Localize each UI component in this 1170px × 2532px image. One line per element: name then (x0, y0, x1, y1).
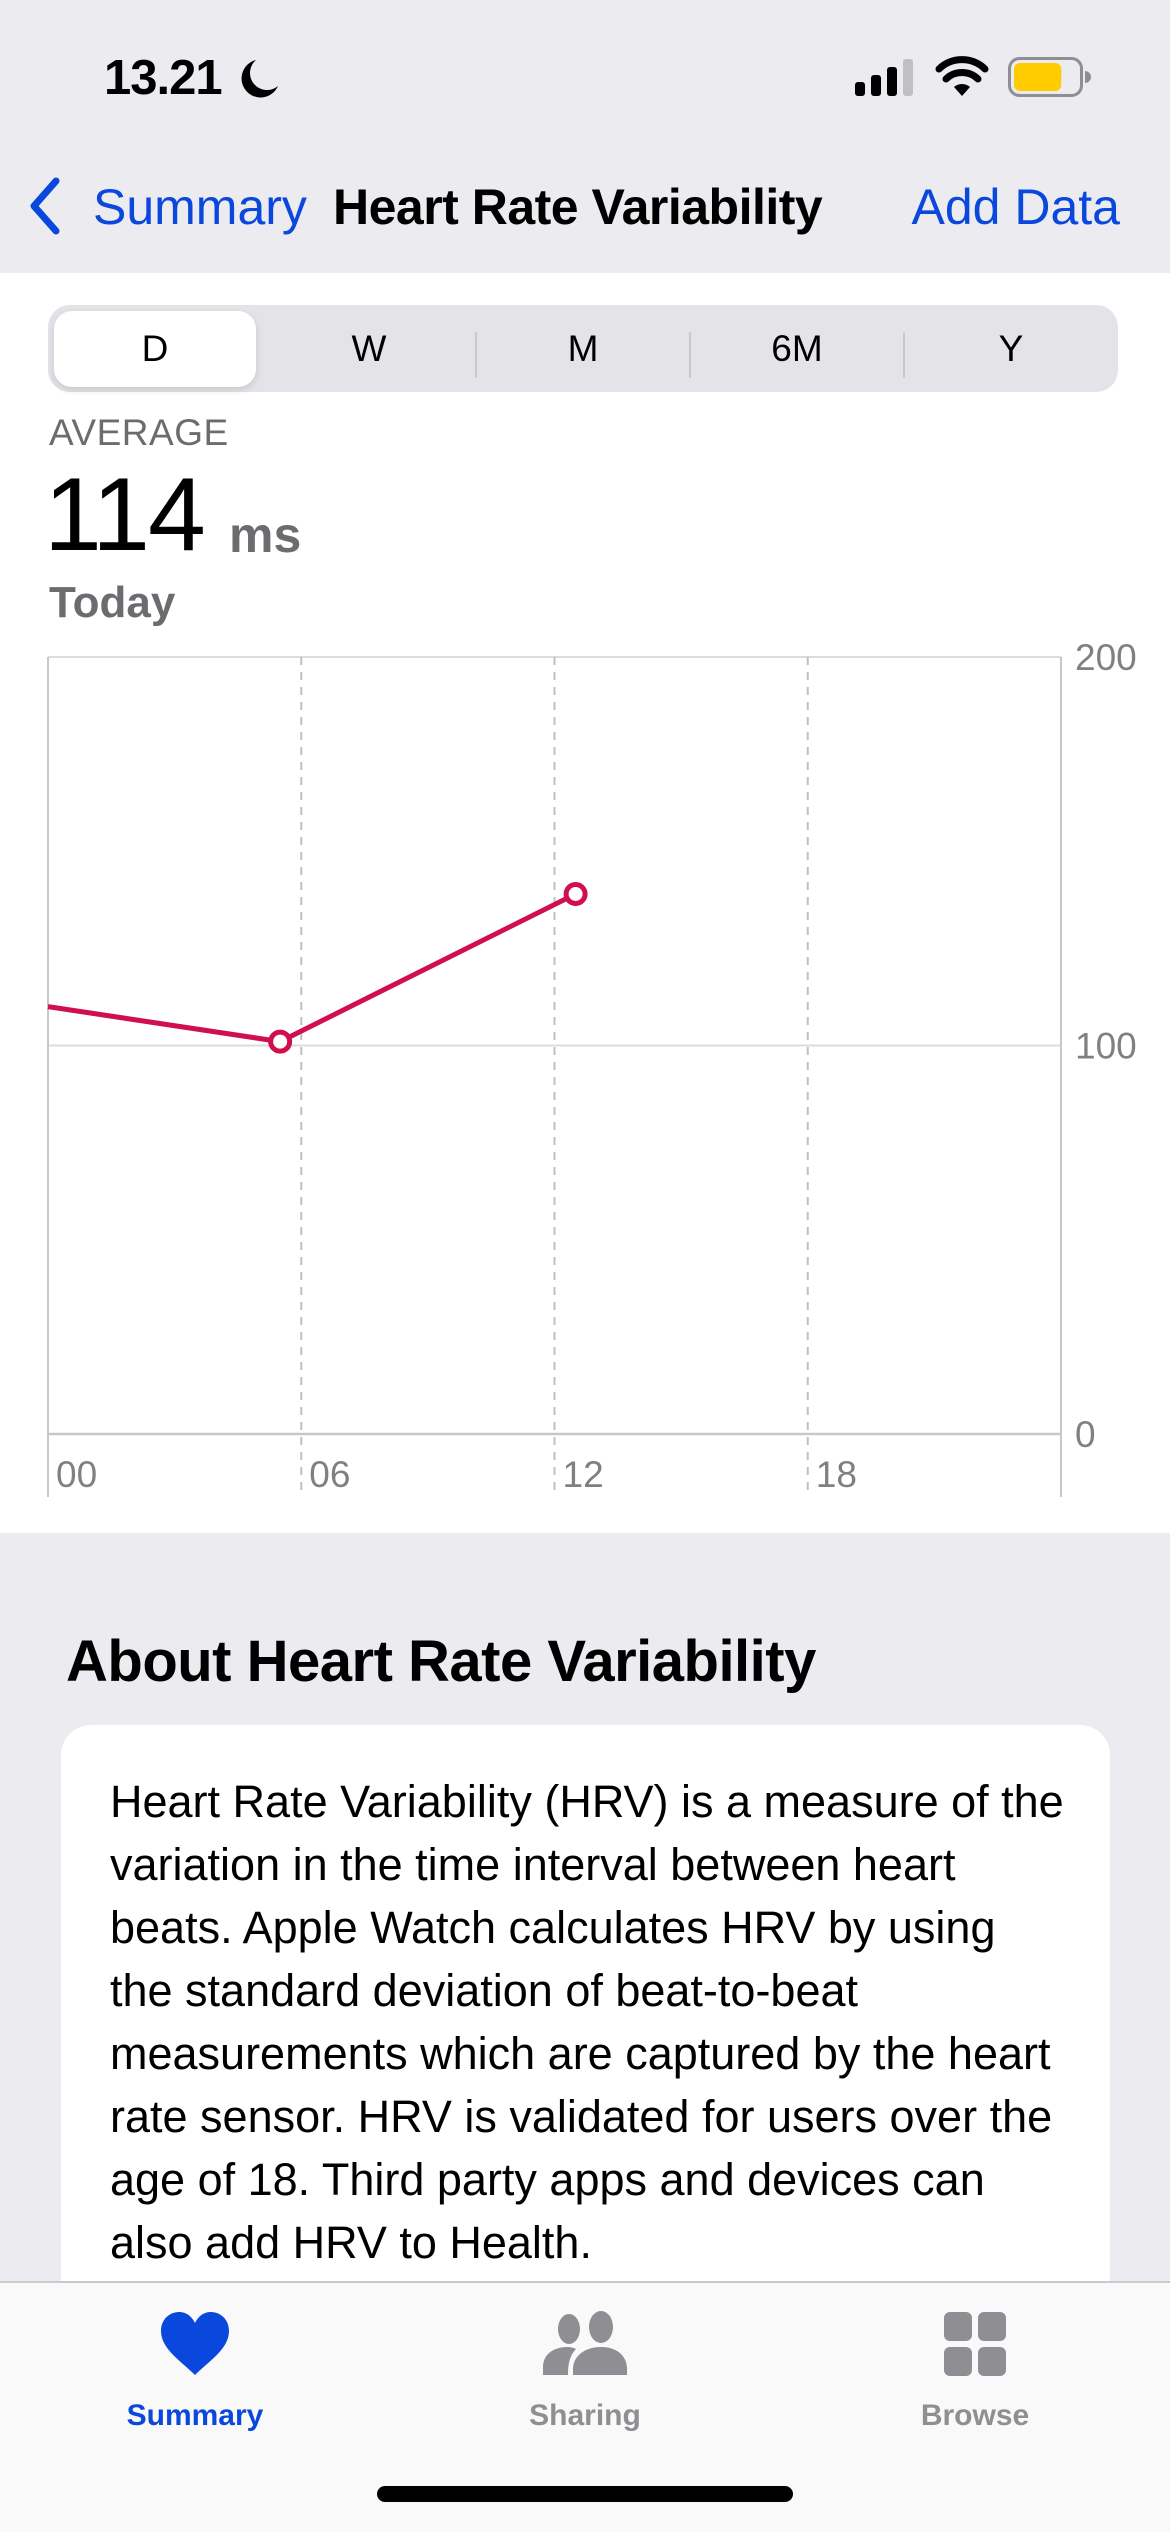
segment-label: 6M (771, 327, 823, 369)
wifi-icon (935, 56, 989, 96)
segment-month[interactable]: M (476, 305, 690, 392)
x-tick-label: 18 (816, 1454, 857, 1495)
grid-icon (944, 2312, 1006, 2376)
y-tick-label: 0 (1075, 1414, 1096, 1455)
data-point (563, 881, 588, 906)
summary-label: AVERAGE (49, 412, 229, 453)
x-tick-label: 00 (56, 1454, 97, 1495)
y-tick-label: 200 (1075, 640, 1137, 678)
tab-sharing[interactable]: Sharing (390, 2283, 780, 2463)
summary-value: 114 (44, 457, 206, 573)
tab-label: Browse (920, 2399, 1030, 2432)
series-line (47, 891, 577, 1045)
signal-bar (855, 82, 865, 96)
battery-icon (1008, 57, 1091, 97)
tab-label: Summary (126, 2399, 264, 2432)
y-tick-label: 100 (1075, 1026, 1137, 1067)
page-title: Heart Rate Variability (333, 179, 823, 235)
add-data-button[interactable]: Add Data (912, 178, 1120, 236)
back-button[interactable]: Summary (93, 178, 307, 236)
signal-bar (903, 59, 913, 96)
heart-icon (161, 2312, 229, 2375)
data-point (268, 1029, 293, 1054)
about-heading: About Heart Rate Variability (66, 1629, 816, 1694)
summary-period: Today (49, 578, 176, 627)
tab-summary[interactable]: Summary (0, 2283, 390, 2463)
signal-bar (871, 75, 881, 96)
segment-label: D (141, 327, 169, 369)
about-body: Heart Rate Variability (HRV) is a measur… (110, 1776, 1064, 2268)
tab-browse[interactable]: Browse (780, 2283, 1170, 2463)
signal-bar (887, 67, 897, 96)
segment-year[interactable]: Y (904, 305, 1118, 392)
x-tick-label: 06 (309, 1454, 350, 1495)
people-icon (543, 2311, 627, 2375)
segment-day[interactable]: D (48, 305, 262, 392)
hrv-chart[interactable]: 0 100 200 00 06 12 18 (0, 640, 1170, 1520)
segment-week[interactable]: W (262, 305, 476, 392)
chevron-left-icon[interactable] (26, 176, 64, 236)
segment-six-months[interactable]: 6M (690, 305, 904, 392)
segment-label: Y (998, 327, 1024, 369)
battery-level (1014, 63, 1062, 91)
signal-icon (855, 59, 913, 96)
summary-unit: ms (229, 507, 302, 563)
tab-label: Sharing (529, 2399, 641, 2432)
segment-label: M (567, 327, 599, 369)
time-range-segmented-control[interactable]: D W M 6M Y (48, 305, 1118, 392)
home-indicator[interactable] (377, 2486, 793, 2502)
x-tick-label: 12 (563, 1454, 604, 1495)
moon-icon (241, 60, 278, 98)
segment-label: W (351, 327, 387, 369)
status-time: 13.21 (104, 51, 223, 105)
